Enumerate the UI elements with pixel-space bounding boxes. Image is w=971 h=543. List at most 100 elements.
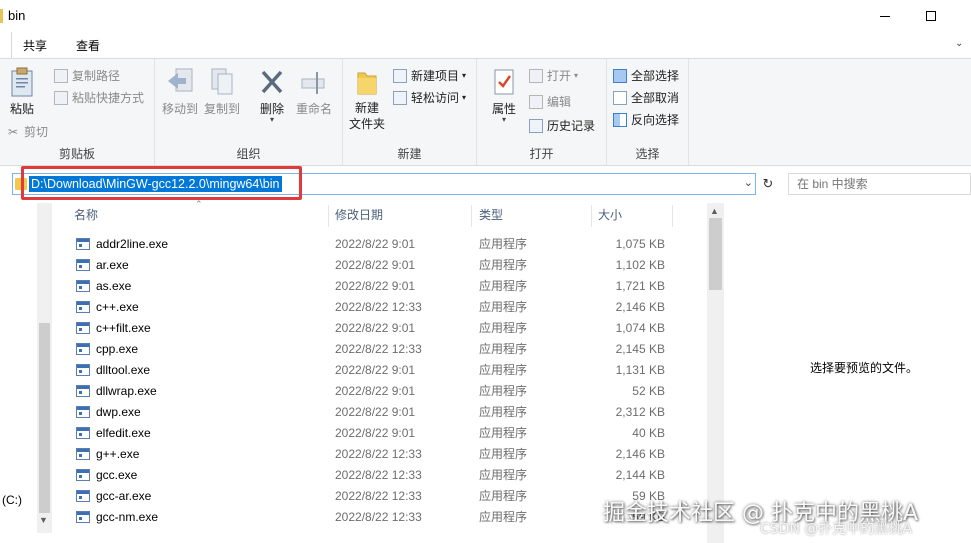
paste-shortcut-button[interactable]: 粘贴快捷方式 xyxy=(54,89,144,106)
delete-button[interactable]: 删除 ▾ xyxy=(255,67,289,124)
file-size: 1,102 KB xyxy=(615,258,665,272)
file-type: 应用程序 xyxy=(479,405,528,419)
table-row[interactable]: gcc.exe 2022/8/22 12:33 应用程序 2,144 KB xyxy=(64,465,704,486)
properties-dropdown-icon[interactable]: ▾ xyxy=(485,116,523,124)
delete-dropdown-icon[interactable]: ▾ xyxy=(255,116,289,124)
easy-access-label: 轻松访问 xyxy=(411,91,460,105)
maximize-button[interactable] xyxy=(908,0,954,32)
file-name: c++filt.exe xyxy=(96,321,151,335)
column-divider[interactable] xyxy=(328,205,329,227)
invert-selection-icon xyxy=(613,112,627,127)
nav-buttons[interactable] xyxy=(0,173,12,195)
drive-label[interactable]: (C:) xyxy=(2,493,22,507)
select-none-button[interactable]: 全部取消 xyxy=(613,89,679,106)
tab-share[interactable]: 共享 xyxy=(23,37,47,54)
table-row[interactable]: dwp.exe 2022/8/22 9:01 应用程序 2,312 KB xyxy=(64,402,704,423)
minimize-button[interactable] xyxy=(862,0,908,32)
column-header-size[interactable]: 大小 xyxy=(598,203,622,227)
title-bar: bin xyxy=(0,0,971,32)
new-group-label: 新建 xyxy=(397,147,422,161)
move-to-icon xyxy=(168,68,193,92)
search-box[interactable] xyxy=(788,173,971,195)
file-list: ⌃ 名称 修改日期 类型 大小 addr2line.exe 2022/8/22 9… xyxy=(64,199,724,543)
table-row[interactable]: g++.exe 2022/8/22 12:33 应用程序 2,146 KB xyxy=(64,444,704,465)
paste-button[interactable]: 粘贴 xyxy=(6,67,38,117)
table-row[interactable]: as.exe 2022/8/22 9:01 应用程序 1,721 KB xyxy=(64,276,704,297)
nav-scrollbar-thumb[interactable] xyxy=(39,323,50,513)
history-button[interactable]: 历史记录 xyxy=(529,117,595,134)
file-type: 应用程序 xyxy=(479,510,528,524)
file-type: 应用程序 xyxy=(479,237,528,251)
table-row[interactable]: cpp.exe 2022/8/22 12:33 应用程序 2,145 KB xyxy=(64,339,704,360)
file-size: 1,721 KB xyxy=(615,279,665,293)
refresh-icon[interactable]: ↻ xyxy=(758,173,778,195)
open-group-label: 打开 xyxy=(529,147,554,161)
column-divider[interactable] xyxy=(591,205,592,227)
file-date: 2022/8/22 9:01 xyxy=(335,258,416,272)
move-to-button[interactable]: 移动到 xyxy=(161,67,199,117)
column-header-name[interactable]: 名称 xyxy=(74,203,98,227)
properties-button[interactable]: 属性 ▾ xyxy=(485,67,523,124)
edit-button[interactable]: 编辑 xyxy=(529,93,571,110)
sort-up-icon: ⌃ xyxy=(195,199,203,209)
select-none-label: 全部取消 xyxy=(631,91,680,105)
column-header-type[interactable]: 类型 xyxy=(479,203,503,227)
open-button[interactable]: 打开 ▾ xyxy=(529,67,578,84)
file-date: 2022/8/22 9:01 xyxy=(335,279,416,293)
invert-selection-button[interactable]: 反向选择 xyxy=(613,111,679,128)
file-date: 2022/8/22 9:01 xyxy=(335,426,416,440)
application-icon xyxy=(76,238,90,250)
file-size: 2,144 KB xyxy=(615,468,665,482)
application-icon xyxy=(76,490,90,502)
tab-file[interactable] xyxy=(0,32,12,58)
copy-to-button[interactable]: 复制到 xyxy=(203,67,241,117)
select-all-button[interactable]: 全部选择 xyxy=(613,67,679,84)
table-row[interactable]: dlltool.exe 2022/8/22 9:01 应用程序 1,131 KB xyxy=(64,360,704,381)
easy-access-icon xyxy=(393,90,407,105)
file-name: dwp.exe xyxy=(96,405,141,419)
tab-view[interactable]: 查看 xyxy=(76,37,100,54)
properties-icon xyxy=(494,69,514,95)
file-type: 应用程序 xyxy=(479,384,528,398)
file-size: 52 KB xyxy=(632,384,665,398)
scroll-up-icon[interactable]: ▲ xyxy=(710,206,719,216)
file-type: 应用程序 xyxy=(479,321,528,335)
organize-group: 移动到 复制到 删除 ▾ 重命名 组织 xyxy=(155,59,343,165)
table-row[interactable]: ar.exe 2022/8/22 9:01 应用程序 1,102 KB xyxy=(64,255,704,276)
scroll-down-icon[interactable]: ▼ xyxy=(39,515,48,525)
file-type: 应用程序 xyxy=(479,279,528,293)
column-divider[interactable] xyxy=(471,205,472,227)
copy-path-button[interactable]: 复制路径 xyxy=(54,67,120,84)
chevron-down-icon[interactable]: ⌄ xyxy=(955,38,963,49)
organize-group-label: 组织 xyxy=(236,147,261,161)
file-size: 2,312 KB xyxy=(615,405,665,419)
application-icon xyxy=(76,448,90,460)
file-name: gcc-nm.exe xyxy=(96,510,159,524)
file-name: g++.exe xyxy=(96,447,140,461)
list-scrollbar-thumb[interactable] xyxy=(709,218,722,290)
new-item-button[interactable]: 新建项目 ▾ xyxy=(393,67,466,84)
column-divider[interactable] xyxy=(672,205,673,227)
ribbon: 粘贴 复制路径 粘贴快捷方式 ✂ 剪切 剪贴板 移动到 复制到 删除 ▾ 重命名… xyxy=(0,58,971,166)
history-label: 历史记录 xyxy=(547,119,596,133)
file-size: 1,074 KB xyxy=(615,321,665,335)
search-input[interactable] xyxy=(789,174,970,194)
paste-label: 粘贴 xyxy=(9,102,34,116)
edit-label: 编辑 xyxy=(547,95,572,109)
column-header-date[interactable]: 修改日期 xyxy=(335,203,383,227)
cut-button[interactable]: ✂ 剪切 xyxy=(6,123,48,140)
application-icon xyxy=(76,469,90,481)
rename-button[interactable]: 重命名 xyxy=(293,67,335,117)
application-icon xyxy=(76,322,90,334)
chevron-down-icon[interactable]: ⌄ xyxy=(744,176,753,189)
easy-access-button[interactable]: 轻松访问 ▾ xyxy=(393,89,466,106)
file-name: cpp.exe xyxy=(96,342,139,356)
table-row[interactable]: addr2line.exe 2022/8/22 9:01 应用程序 1,075 KB xyxy=(64,234,704,255)
file-name: gcc-ar.exe xyxy=(96,489,152,503)
table-row[interactable]: c++filt.exe 2022/8/22 9:01 应用程序 1,074 KB xyxy=(64,318,704,339)
file-date: 2022/8/22 12:33 xyxy=(335,447,422,461)
table-row[interactable]: dllwrap.exe 2022/8/22 9:01 应用程序 52 KB xyxy=(64,381,704,402)
new-folder-button[interactable]: 新建 文件夹 xyxy=(347,67,387,132)
table-row[interactable]: elfedit.exe 2022/8/22 9:01 应用程序 40 KB xyxy=(64,423,704,444)
table-row[interactable]: c++.exe 2022/8/22 12:33 应用程序 2,146 KB xyxy=(64,297,704,318)
